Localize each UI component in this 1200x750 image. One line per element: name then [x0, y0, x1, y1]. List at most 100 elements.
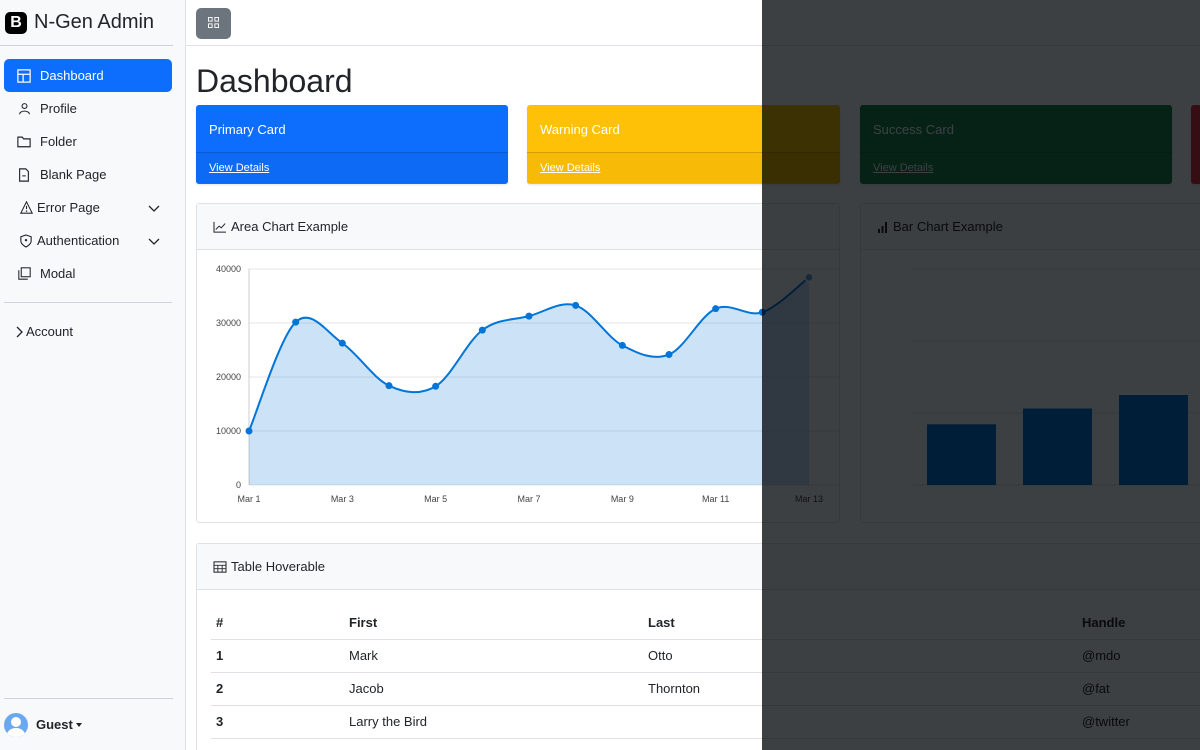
warning-icon — [18, 200, 34, 216]
sidebar-item-profile[interactable]: Profile — [4, 92, 172, 125]
sidebar-toggle-button[interactable] — [196, 8, 231, 39]
y-tick-label: 40000 — [216, 264, 241, 274]
view-details-link[interactable]: View Details — [209, 162, 269, 174]
y-tick-label: 30000 — [216, 318, 241, 328]
sidebar-item-label: Blank Page — [40, 167, 107, 182]
brand[interactable]: B N-Gen Admin — [0, 0, 173, 46]
table-row[interactable]: 2 Jacob Thornton @fat — [211, 672, 1200, 706]
data-point — [618, 341, 626, 349]
table-panel: Table Hoverable # First Last Handle 1 Ma… — [196, 543, 1200, 750]
sidebar-item-blank-page[interactable]: Blank Page — [4, 158, 172, 191]
column-header: Last — [648, 606, 1082, 640]
panel-title: Table Hoverable — [231, 559, 325, 574]
x-tick-label: Mar 9 — [611, 494, 634, 504]
card-title: Warning Card — [540, 122, 620, 137]
table-cell: @mdo — [1082, 639, 1200, 673]
x-tick-label: Mar 5 — [424, 494, 447, 504]
user-name: Guest — [36, 717, 73, 732]
primary-card: Primary Card View Details — [196, 105, 508, 184]
card-title: Primary Card — [209, 122, 286, 137]
area-chart-panel: Area Chart Example 0 10000 20000 30000 40000… — [196, 203, 840, 523]
sidebar-item-account[interactable]: Account — [4, 315, 172, 348]
data-point — [478, 326, 486, 334]
column-header: # — [211, 606, 349, 640]
sidebar-divider — [4, 302, 172, 303]
sidebar-item-label: Error Page — [37, 200, 100, 215]
data-point — [432, 382, 440, 390]
table-cell: Thornton — [648, 672, 1082, 706]
bar-chart — [911, 268, 1200, 486]
table-cell — [648, 705, 1082, 739]
card-title: Success Card — [873, 122, 954, 137]
topbar — [186, 0, 1200, 46]
sidebar-nav: Dashboard Profile Folder Blank Page Erro… — [0, 59, 185, 290]
sidebar-item-label: Authentication — [37, 233, 120, 248]
brand-name: N-Gen Admin — [34, 11, 155, 33]
sidebar-item-modal[interactable]: Modal — [4, 257, 172, 290]
table-cell: 1 — [211, 639, 349, 673]
bar — [1023, 408, 1092, 485]
success-card: Success Card View Details — [860, 105, 1172, 184]
y-tick-label: 10000 — [216, 426, 241, 436]
data-point — [804, 272, 814, 283]
chevron-right-icon — [14, 324, 24, 340]
view-details-link[interactable]: View Details — [873, 162, 933, 174]
table-cell: Otto — [648, 639, 1082, 673]
column-header: First — [349, 606, 648, 640]
data-point — [665, 351, 673, 359]
area-fill — [249, 277, 809, 485]
table-cell: 3 — [211, 705, 349, 739]
data-point — [245, 427, 253, 435]
person-icon — [16, 101, 32, 117]
chevron-down-icon — [148, 201, 160, 216]
sidebar-item-dashboard[interactable]: Dashboard — [4, 59, 172, 92]
x-tick-label: Mar 7 — [517, 494, 540, 504]
table-cell: 2 — [211, 672, 349, 706]
table-icon — [213, 560, 227, 573]
y-tick-label: 20000 — [216, 372, 241, 382]
sidebar-item-label: Folder — [40, 134, 77, 149]
data-point — [572, 301, 580, 309]
sidebar-item-error-page[interactable]: Error Page — [4, 191, 172, 224]
data-point — [338, 339, 346, 347]
sidebar-item-label: Account — [26, 324, 73, 339]
bar — [927, 424, 996, 485]
area-chart: 0 10000 20000 30000 40000 Mar 1 Mar 3 Mar 5 Mar … — [216, 264, 839, 504]
x-tick-label: Mar 11 — [702, 494, 729, 504]
x-tick-label: Mar 3 — [331, 494, 354, 504]
data-point — [292, 318, 300, 326]
copy-icon — [16, 266, 32, 282]
table-cell: Larry the Bird — [349, 705, 648, 739]
sidebar-item-label: Dashboard — [40, 68, 104, 83]
panel-header: Table Hoverable — [197, 544, 1200, 590]
table-cell: Jacob — [349, 672, 648, 706]
bar-chart-panel: Bar Chart Example — [860, 203, 1200, 523]
table-cell: @fat — [1082, 672, 1200, 706]
sidebar-item-folder[interactable]: Folder — [4, 125, 172, 158]
user-menu[interactable]: Guest — [4, 698, 173, 750]
sidebar-item-label: Modal — [40, 266, 76, 281]
table-row[interactable]: 3 Larry the Bird @twitter — [211, 705, 1200, 739]
data-point — [758, 308, 766, 316]
bar — [1119, 394, 1188, 485]
data-table: # First Last Handle 1 Mark Otto @mdo 2 J… — [211, 606, 1200, 739]
file-icon — [16, 167, 32, 183]
grid-icon — [208, 15, 219, 33]
y-tick-label: 0 — [236, 480, 241, 490]
table-row[interactable]: 1 Mark Otto @mdo — [211, 639, 1200, 673]
data-point — [712, 305, 720, 313]
brand-logo: B — [5, 11, 27, 34]
column-header: Handle — [1082, 606, 1200, 640]
data-point — [385, 382, 393, 390]
warning-card: Warning Card View Details — [527, 105, 840, 184]
layout-icon — [16, 68, 32, 84]
x-tick-label: Mar 13 — [795, 494, 823, 504]
sidebar-item-authentication[interactable]: Authentication — [4, 224, 172, 257]
view-details-link[interactable]: View Details — [540, 162, 600, 174]
table-cell: Mark — [349, 639, 648, 673]
sidebar: B N-Gen Admin Dashboard Profile Folder B… — [0, 0, 186, 750]
table-cell: @twitter — [1082, 705, 1200, 739]
table-header-row: # First Last Handle — [211, 606, 1200, 640]
danger-card — [1191, 105, 1200, 184]
sidebar-item-label: Profile — [40, 101, 77, 116]
